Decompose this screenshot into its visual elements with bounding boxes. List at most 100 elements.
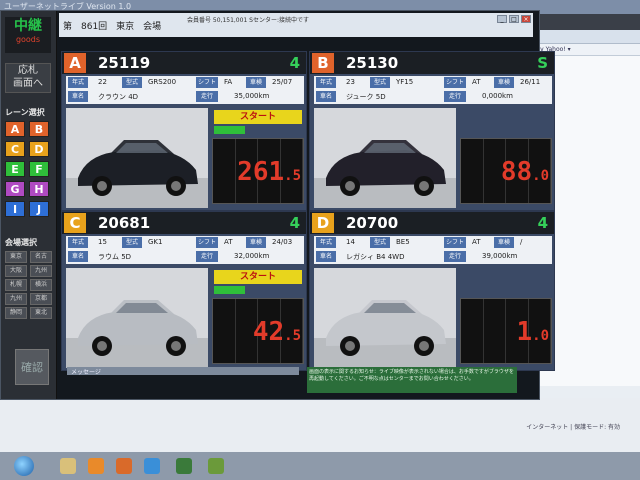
inspection-value: 26/11 bbox=[520, 78, 541, 86]
car-photo bbox=[66, 108, 208, 208]
lot-number: 25119 bbox=[98, 54, 151, 72]
venue-button[interactable]: 東北 bbox=[30, 307, 52, 319]
price-main: 42 bbox=[252, 317, 285, 347]
venue-button[interactable]: 横浜 bbox=[30, 279, 52, 291]
close-icon[interactable]: × bbox=[521, 15, 531, 23]
lane-button-i[interactable]: I bbox=[5, 201, 25, 217]
inspection-value: 25/07 bbox=[272, 78, 293, 86]
info-row-2: 車名 レガシィ B4 4WD 走行 39,000km bbox=[314, 250, 552, 263]
lane-button-j[interactable]: J bbox=[29, 201, 49, 217]
lot-count: 4 bbox=[289, 214, 300, 232]
inspection-value: 24/03 bbox=[272, 238, 293, 246]
lane-letter: C bbox=[64, 213, 86, 233]
info-row-1: 年式 23 型式 YF15 シフト AT 車検 26/11 bbox=[314, 76, 552, 89]
app-icon[interactable] bbox=[208, 458, 224, 474]
model-label: 型式 bbox=[122, 237, 142, 248]
year-label: 年式 bbox=[316, 77, 336, 88]
price-decimal: .5 bbox=[284, 168, 301, 184]
lane-header: B 25130 S bbox=[310, 52, 554, 74]
lane-panel-b: B 25130 S 年式 23 型式 YF15 シフト AT 車検 26/11 … bbox=[309, 51, 555, 211]
venue-button[interactable]: 静岡 bbox=[5, 307, 27, 319]
venue-button[interactable]: 京都 bbox=[30, 293, 52, 305]
start-progress bbox=[214, 126, 245, 134]
start-button[interactable] bbox=[14, 456, 34, 476]
member-info: 会員番号 50,151,001 Sセンター:接続中です bbox=[187, 17, 309, 24]
lot-number: 20681 bbox=[98, 214, 151, 232]
venue-button[interactable]: 大阪 bbox=[5, 265, 27, 277]
car-image bbox=[66, 268, 208, 368]
start-indicator: スタート bbox=[214, 110, 302, 124]
shift-label: シフト bbox=[444, 77, 466, 88]
logo-main: 中継 bbox=[14, 18, 42, 34]
start-indicator: スタート bbox=[214, 270, 302, 284]
app-logo: 中継 goods bbox=[5, 17, 51, 53]
auction-app-icon[interactable] bbox=[176, 458, 192, 474]
lot-number: 20700 bbox=[346, 214, 399, 232]
car-name: ジューク 5D bbox=[346, 93, 386, 101]
venue-button[interactable]: 札幌 bbox=[5, 279, 27, 291]
lane-button-c[interactable]: C bbox=[5, 141, 25, 157]
car-name: クラウン 4D bbox=[98, 93, 139, 101]
lane-panel-a: A 25119 4 年式 22 型式 GRS200 シフト FA 車検 25/0… bbox=[61, 51, 307, 211]
lot-count: 4 bbox=[289, 54, 300, 72]
info-row-2: 車名 ジューク 5D 走行 0,000km bbox=[314, 90, 552, 103]
lane-header: C 20681 4 bbox=[62, 212, 306, 234]
browser-toolbar[interactable] bbox=[531, 30, 640, 44]
notice-box: 画面の表示に関するお知らせ：ライブ映像が表示されない場合は、お手数ですがブラウザ… bbox=[307, 367, 517, 393]
lane-panel-d: D 20700 4 年式 14 型式 BE5 シフト AT 車検 / 車名 レガ… bbox=[309, 211, 555, 371]
lane-button-g[interactable]: G bbox=[5, 181, 25, 197]
info-row-2: 車名 クラウン 4D 走行 35,000km bbox=[66, 90, 304, 103]
model-label: 型式 bbox=[370, 237, 390, 248]
message-bar: メッセージ bbox=[67, 367, 299, 376]
firefox-icon[interactable] bbox=[116, 458, 132, 474]
price-decimal: .0 bbox=[532, 168, 549, 184]
car-photo bbox=[314, 108, 456, 208]
car-photo bbox=[66, 268, 208, 368]
lane-button-b[interactable]: B bbox=[29, 121, 49, 137]
confirm-button[interactable]: 確認 bbox=[15, 349, 49, 385]
lane-button-d[interactable]: D bbox=[29, 141, 49, 157]
venue-button[interactable]: 名古 bbox=[30, 251, 52, 263]
inspection-label: 車検 bbox=[246, 237, 266, 248]
info-row-2: 車名 ラウム 5D 走行 32,000km bbox=[66, 250, 304, 263]
inspection-value: / bbox=[520, 238, 523, 246]
price-display: 88.0 bbox=[460, 138, 552, 204]
model-value: BE5 bbox=[396, 238, 410, 246]
maximize-icon[interactable]: □ bbox=[509, 15, 519, 23]
lot-number: 25130 bbox=[346, 54, 399, 72]
car-photo bbox=[314, 268, 456, 368]
lane-header: A 25119 4 bbox=[62, 52, 306, 74]
folder-icon[interactable] bbox=[60, 458, 76, 474]
venue-button[interactable]: 九州 bbox=[30, 265, 52, 277]
car-info: 年式 23 型式 YF15 シフト AT 車検 26/11 車名 ジューク 5D… bbox=[314, 76, 552, 104]
lane-button-e[interactable]: E bbox=[5, 161, 25, 177]
venue-button[interactable]: 九州 bbox=[5, 293, 27, 305]
lane-button-h[interactable]: H bbox=[29, 181, 49, 197]
venue-button[interactable]: 東京 bbox=[5, 251, 27, 263]
browser-icon[interactable] bbox=[144, 458, 160, 474]
mileage-value: 0,000km bbox=[482, 92, 513, 100]
taskbar bbox=[0, 452, 640, 480]
minimize-icon[interactable]: _ bbox=[497, 15, 507, 23]
auction-app-window: 中継 goods 応札 画面へ レーン選択 ABCDEFGHIJ 会場選択 東京… bbox=[0, 10, 555, 400]
lane-button-a[interactable]: A bbox=[5, 121, 25, 137]
session-header: 第 861回 東京 会場 会員番号 50,151,001 Sセンター:接続中です… bbox=[59, 13, 533, 37]
car-info: 年式 14 型式 BE5 シフト AT 車検 / 車名 レガシィ B4 4WD … bbox=[314, 236, 552, 264]
lane-letter: A bbox=[64, 53, 86, 73]
browser-status: インターネット | 保護モード: 有効 bbox=[526, 424, 620, 431]
shift-value: AT bbox=[224, 238, 233, 246]
window-controls: _ □ × bbox=[497, 15, 531, 23]
inspection-label: 車検 bbox=[494, 237, 514, 248]
logo-sub: goods bbox=[15, 35, 41, 44]
year-label: 年式 bbox=[68, 77, 88, 88]
car-image bbox=[314, 268, 456, 368]
lane-letter: B bbox=[312, 53, 334, 73]
shift-label: シフト bbox=[444, 237, 466, 248]
lane-button-f[interactable]: F bbox=[29, 161, 49, 177]
media-icon[interactable] bbox=[88, 458, 104, 474]
model-value: GK1 bbox=[148, 238, 163, 246]
year-value: 15 bbox=[98, 238, 107, 246]
model-value: GRS200 bbox=[148, 78, 177, 86]
year-label: 年式 bbox=[316, 237, 336, 248]
bid-screen-button[interactable]: 応札 画面へ bbox=[5, 63, 51, 93]
